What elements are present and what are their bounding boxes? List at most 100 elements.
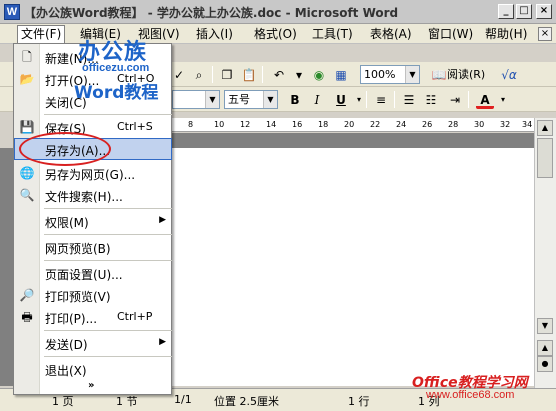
copy-icon[interactable]: ❐ [218,66,236,84]
status-page: 1 页 [52,395,74,408]
toolbar-separator [212,66,213,83]
ruler-tick: 28 [448,120,459,129]
menu-item-print[interactable]: 🖶 打印(P)... Ctrl+P [14,306,172,328]
menu-item-label: 网页预览(B) [45,242,111,256]
chevron-down-icon[interactable]: ▼ [405,66,419,83]
research-icon[interactable]: ⌕ [190,66,208,84]
status-line: 1 行 [348,395,370,408]
menu-table[interactable]: 表格(A) [370,26,412,42]
hyperlink-icon[interactable]: ◉ [310,66,328,84]
ruler-tick: 34 [522,120,533,129]
bullets-icon[interactable]: ☷ [422,91,440,109]
font-color-button[interactable]: A [476,91,494,109]
spelling-icon[interactable]: ✓ [170,66,188,84]
bold-button[interactable]: B [286,91,304,109]
underline-button[interactable]: U [332,91,350,109]
scroll-down-icon[interactable]: ▼ [537,318,553,334]
menu-file[interactable]: 文件(F) [17,25,66,44]
web-save-icon: 🌐 [19,166,35,180]
menu-item-label: 文件搜索(H)... [45,190,123,204]
menu-item-shortcut: Ctrl+P [117,310,153,323]
menu-item-exit[interactable]: 退出(X) [14,358,172,380]
ruler-tick: 12 [240,120,251,129]
menu-separator [44,356,172,357]
status-position: 位置 2.5厘米 [214,395,279,408]
menu-item-label: 打印预览(V) [45,290,111,304]
title-bar: W 【办公族Word教程】 - 学办公就上办公族.doc - Microsoft… [0,0,556,24]
ruler-tick: 24 [396,120,407,129]
menu-item-page-setup[interactable]: 页面设置(U)... [14,262,172,284]
chevron-down-icon[interactable]: ▼ [263,91,277,108]
menu-separator [44,260,172,261]
menu-item-shortcut: Ctrl+S [117,120,153,133]
word-app-icon[interactable]: W [4,4,20,20]
browse-object-icon[interactable]: ● [537,356,553,372]
align-justify-icon[interactable]: ≡ [372,91,390,109]
submenu-arrow-icon: ▶ [159,215,166,225]
font-size-select[interactable]: 五号 ▼ [224,90,278,109]
table-icon[interactable]: ▦ [332,66,350,84]
menu-help[interactable]: 帮助(H) [485,26,527,42]
font-size-value: 五号 [228,93,250,106]
previous-page-icon[interactable]: ▲ [537,340,553,356]
menu-format[interactable]: 格式(O) [254,26,297,42]
menu-tools[interactable]: 工具(T) [312,26,353,42]
new-doc-icon: 🗋 [22,50,32,64]
submenu-arrow-icon: ▶ [159,337,166,347]
menu-item-file-search[interactable]: 🔍 文件搜索(H)... [14,184,172,206]
read-button[interactable]: 阅读(R) [447,67,485,83]
minimize-button[interactable]: _ [498,4,514,19]
zoom-value: 100% [364,68,396,81]
menu-item-permission[interactable]: 权限(M) ▶ [14,210,172,232]
menu-item-label: 页面设置(U)... [45,268,123,282]
ruler-tick: 22 [370,120,381,129]
menu-item-save-as-web[interactable]: 🌐 另存为网页(G)... [14,162,172,184]
scroll-thumb[interactable] [537,138,553,178]
expand-menu-icon[interactable]: » [88,380,94,391]
toolbar-separator [394,91,395,108]
formula-icon[interactable]: √α [500,66,518,84]
menu-separator [44,330,172,331]
open-folder-icon: 📂 [19,72,35,86]
ruler-tick: 26 [422,120,433,129]
ruler-gray-band [172,133,534,148]
watermark-site-url: www.office68.com [426,389,515,401]
menu-separator [44,234,172,235]
font-name-select[interactable]: ▼ [172,90,220,109]
menu-insert[interactable]: 插入(I) [196,26,233,42]
read-layout-icon[interactable]: 📖 [430,66,448,84]
scroll-up-icon[interactable]: ▲ [537,120,553,136]
menu-item-label: 发送(D) [45,338,88,352]
horizontal-ruler[interactable]: 8 10 12 14 16 18 20 22 24 26 28 30 32 34 [172,118,534,132]
toolbar-separator [366,91,367,108]
save-icon: 💾 [19,120,35,134]
maximize-button[interactable]: □ [516,4,532,19]
menu-window[interactable]: 窗口(W) [428,26,473,42]
undo-icon[interactable]: ↶ [270,66,288,84]
menu-item-print-preview[interactable]: 🔎 打印预览(V) [14,284,172,306]
zoom-select[interactable]: 100% ▼ [360,65,420,84]
ruler-tick: 32 [500,120,511,129]
indent-icon[interactable]: ⇥ [446,91,464,109]
menu-item-send[interactable]: 发送(D) ▶ [14,332,172,354]
toolbar-separator [468,91,469,108]
toolbar-separator [262,66,263,83]
menu-item-web-preview[interactable]: 网页预览(B) [14,236,172,258]
close-document-button[interactable]: × [538,27,552,41]
paste-icon[interactable]: 📋 [240,66,258,84]
italic-button[interactable]: I [308,91,326,109]
menu-separator [44,114,172,115]
window-title: 【办公族Word教程】 - 学办公就上办公族.doc - Microsoft W… [24,6,399,20]
vertical-scrollbar[interactable]: ▲ ▼ ▲ ● [534,118,556,388]
menu-item-label: 退出(X) [45,364,87,378]
numbering-icon[interactable]: ☰ [400,91,418,109]
undo-dropdown-icon[interactable]: ▾ [290,66,308,84]
font-color-dropdown-icon[interactable]: ▾ [494,91,512,109]
menu-separator [44,208,172,209]
chevron-down-icon[interactable]: ▼ [205,91,219,108]
ruler-tick: 18 [318,120,329,129]
ruler-tick: 16 [292,120,303,129]
close-window-button[interactable]: × [536,4,552,19]
watermark-line3: Word教程 [74,83,159,103]
status-page-of: 1/1 [174,393,192,406]
